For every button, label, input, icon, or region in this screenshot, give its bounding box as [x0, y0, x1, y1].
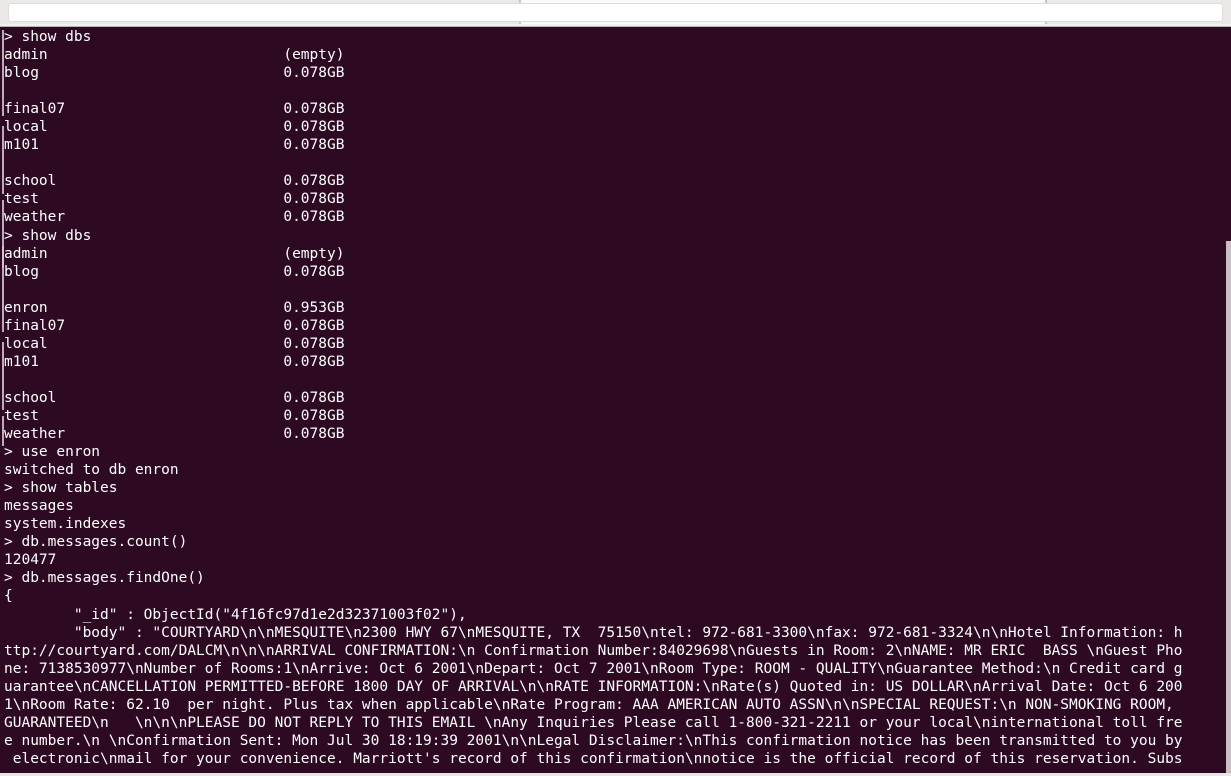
terminal-line: uarantee\nCANCELLATION PERMITTED-BEFORE …	[4, 678, 1183, 695]
terminal-line: test 0.078GB	[4, 191, 345, 208]
terminal-line: ne: 7138530977\nNumber of Rooms:1\nArriv…	[4, 660, 1183, 677]
terminal-line: m101 0.078GB	[4, 353, 345, 370]
terminal-line: blog 0.078GB	[4, 65, 345, 82]
terminal-line: school 0.078GB	[4, 173, 345, 190]
terminal-window[interactable]: > show dbs admin (empty) blog 0.078GB fina…	[0, 27, 1231, 776]
terminal-line: m101 0.078GB	[4, 137, 345, 154]
terminal-line: switched to db enron	[4, 462, 179, 479]
terminal-line: local 0.078GB	[4, 335, 345, 352]
terminal-line: blog 0.078GB	[4, 263, 345, 280]
screen: > show dbs admin (empty) blog 0.078GB fina…	[0, 0, 1231, 776]
terminal-line: > db.messages.count()	[4, 534, 188, 551]
terminal-scrollbar-thumb[interactable]	[1226, 241, 1231, 776]
terminal-line: > show tables	[4, 480, 118, 497]
terminal-output: > show dbs admin (empty) blog 0.078GB fina…	[0, 28, 1231, 768]
terminal-line: 1\nRoom Rate: 62.10 per night. Plus tax …	[4, 696, 1174, 713]
terminal-line: ttp://courtyard.com/DALCM\n\n\nARRIVAL C…	[4, 642, 1183, 659]
terminal-scrollbar[interactable]	[1226, 27, 1231, 776]
terminal-line: weather 0.078GB	[4, 209, 345, 226]
terminal-line: e number.\n \nConfirmation Sent: Mon Jul…	[4, 732, 1183, 749]
terminal-line: enron 0.953GB	[4, 299, 345, 316]
terminal-line: messages	[4, 498, 74, 515]
address-bar[interactable]	[8, 3, 1223, 22]
terminal-line: "body" : "COURTYARD\n\nMESQUITE\n2300 HW…	[4, 624, 1183, 641]
terminal-line: local 0.078GB	[4, 119, 345, 136]
window-chrome	[0, 0, 1231, 27]
tab-strip	[0, 0, 1231, 27]
terminal-line: test 0.078GB	[4, 407, 345, 424]
terminal-line: > use enron	[4, 444, 101, 461]
terminal-line: "_id" : ObjectId("4f16fc97d1e2d32371003f…	[4, 606, 467, 623]
terminal-line: system.indexes	[4, 516, 127, 533]
terminal-line: final07 0.078GB	[4, 101, 345, 118]
terminal-line: admin (empty)	[4, 245, 345, 262]
terminal-line: school 0.078GB	[4, 389, 345, 406]
terminal-line: {	[4, 588, 13, 605]
terminal-line: GUARANTEED\n \n\n\nPLEASE DO NOT REPLY T…	[4, 714, 1183, 731]
terminal-line: 120477	[4, 552, 57, 569]
terminal-line: > show dbs	[4, 227, 92, 244]
terminal-line: admin (empty)	[4, 47, 345, 64]
terminal-line: > show dbs	[4, 29, 92, 45]
terminal-line: electronic\nmail for your convenience. M…	[4, 750, 1183, 767]
terminal-line: final07 0.078GB	[4, 317, 345, 334]
terminal-line: weather 0.078GB	[4, 426, 345, 443]
terminal-line: > db.messages.findOne()	[4, 570, 205, 587]
